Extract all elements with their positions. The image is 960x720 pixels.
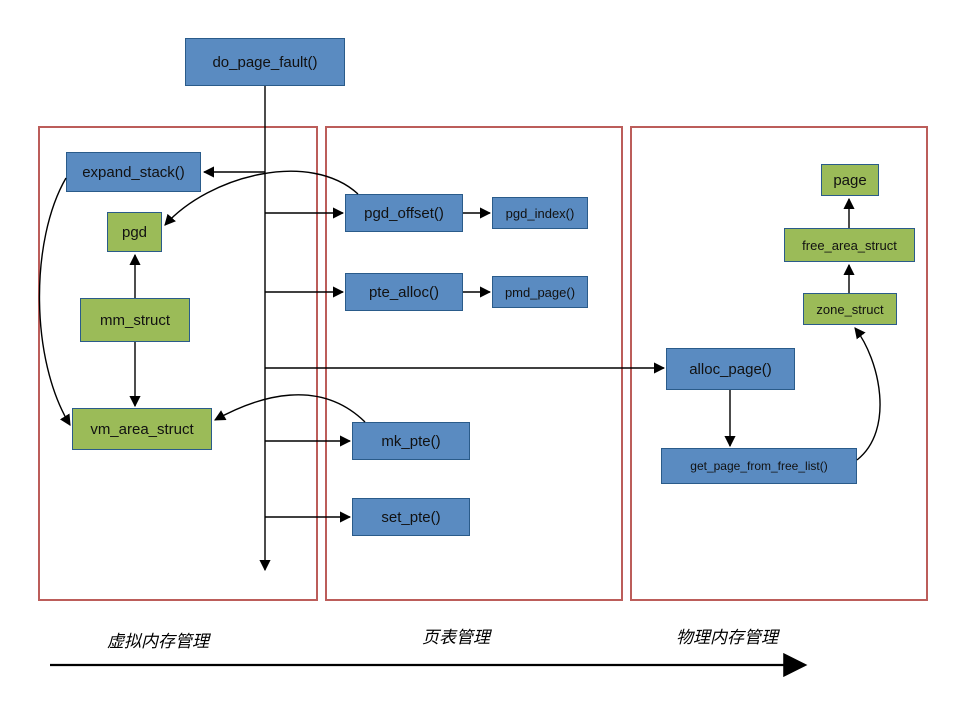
- node-pte-alloc: pte_alloc(): [345, 273, 463, 311]
- caption-virtual: 虚拟内存管理: [107, 627, 209, 652]
- text: pgd: [122, 224, 147, 241]
- text: get_page_from_free_list(): [690, 459, 827, 473]
- node-pgd-index: pgd_index(): [492, 197, 588, 229]
- text: mm_struct: [100, 312, 170, 329]
- text: pgd_index(): [506, 206, 575, 221]
- text: pte_alloc(): [369, 284, 439, 301]
- node-vm-area-struct: vm_area_struct: [72, 408, 212, 450]
- node-pgd-offset: pgd_offset(): [345, 194, 463, 232]
- text: do_page_fault(): [212, 54, 317, 71]
- node-do-page-fault: do_page_fault(): [185, 38, 345, 86]
- node-page: page: [821, 164, 879, 196]
- node-expand-stack: expand_stack(): [66, 152, 201, 192]
- node-pmd-page: pmd_page(): [492, 276, 588, 308]
- text: expand_stack(): [82, 164, 185, 181]
- text: page: [833, 172, 866, 189]
- node-zone-struct: zone_struct: [803, 293, 897, 325]
- node-mm-struct: mm_struct: [80, 298, 190, 342]
- text: vm_area_struct: [90, 421, 193, 438]
- node-pgd: pgd: [107, 212, 162, 252]
- text: zone_struct: [816, 302, 883, 317]
- text: pgd_offset(): [364, 205, 444, 222]
- node-free-area-struct: free_area_struct: [784, 228, 915, 262]
- text: alloc_page(): [689, 361, 772, 378]
- node-get-page-from-free-list: get_page_from_free_list(): [661, 448, 857, 484]
- text: set_pte(): [381, 509, 440, 526]
- text: pmd_page(): [505, 285, 575, 300]
- caption-pagetable: 页表管理: [422, 623, 490, 648]
- text: free_area_struct: [802, 238, 897, 253]
- panel-virtual-memory: [38, 126, 318, 601]
- node-alloc-page: alloc_page(): [666, 348, 795, 390]
- node-mk-pte: mk_pte(): [352, 422, 470, 460]
- caption-physical: 物理内存管理: [676, 623, 778, 648]
- text: mk_pte(): [381, 433, 440, 450]
- node-set-pte: set_pte(): [352, 498, 470, 536]
- diagram-canvas: do_page_fault() expand_stack() pgd mm_st…: [0, 0, 960, 720]
